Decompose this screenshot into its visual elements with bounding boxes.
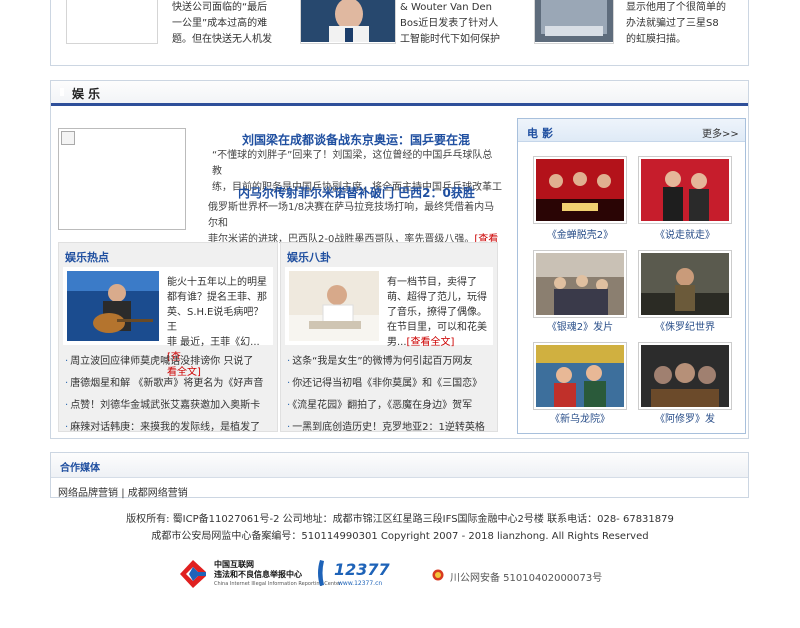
partner-separator: |	[121, 488, 125, 499]
bullet-icon: ·	[65, 378, 69, 389]
gossip-feature-text: 有一档节目，卖得了 萌、超得了范儿，玩得 了音乐，撩得了偶像。 在节目里，可以和…	[387, 277, 487, 348]
gossip-more-link[interactable]: [查看全文]	[407, 337, 455, 348]
badge2-number: 12377	[334, 560, 390, 579]
report-center-logo-icon	[180, 560, 206, 588]
list-item[interactable]: · 麻辣对话韩庚：来摸我的发际线，是植发了	[65, 417, 275, 439]
movie-thumb-2[interactable]	[638, 156, 732, 224]
movie-caption-6[interactable]: 《阿修罗》发	[630, 410, 740, 425]
headline-2-title[interactable]: 内马尔传射菲尔米诺替补破门 巴西2：0获胜	[238, 184, 475, 201]
poster-4	[641, 253, 729, 315]
hot-panel-title[interactable]: 娱乐热点	[65, 249, 109, 265]
top-card-3-text[interactable]: 显示他用了个很简单的 办法就骗过了三星S8 的虹膜扫描。	[626, 0, 736, 48]
person-photo	[301, 0, 395, 42]
badge1-subtitle: 违法和不良信息举报中心	[214, 570, 302, 579]
movie-caption-3[interactable]: 《银魂2》发片	[525, 318, 635, 333]
movie-caption-1[interactable]: 《金蝉脱壳2》	[525, 226, 635, 241]
report-center-badge[interactable]: 中国互联网 违法和不良信息举报中心 China Internet Illegal…	[178, 558, 341, 590]
movie-thumb-3[interactable]	[533, 250, 627, 318]
partner-link-1[interactable]: 网络品牌营销	[58, 488, 118, 499]
list-item[interactable]: · 《流星花园》翻拍了，《恶魔在身边》贺军	[287, 395, 497, 417]
movie-caption-2[interactable]: 《说走就走》	[630, 226, 740, 241]
guitar-singer-photo[interactable]	[67, 271, 159, 341]
movie-thumb-1[interactable]	[533, 156, 627, 224]
top-card-2-thumb-frame[interactable]	[300, 0, 396, 44]
poster-2	[641, 159, 729, 221]
movie-thumb-6[interactable]	[638, 342, 732, 410]
bullet-icon: ·	[287, 422, 291, 433]
poster-5	[536, 345, 624, 407]
bullet-icon: ·	[65, 422, 69, 433]
bullet-icon: ·	[287, 400, 291, 411]
list-item[interactable]: · 你还记得当初唱《非你莫属》和《三国恋》	[287, 373, 497, 395]
movie-caption-5[interactable]: 《新乌龙院》	[525, 410, 635, 425]
broken-image-placeholder[interactable]	[58, 128, 186, 230]
poster-1	[536, 159, 624, 221]
gossip-news-list: · 这条“我是女生”的微博为何引起百万网友 · 你还记得当初唱《非你莫属》和《三国恋…	[287, 351, 497, 439]
broken-image-icon	[61, 131, 75, 145]
partners-links: 网络品牌营销 | 成都网络营销	[58, 484, 188, 499]
section-marker-icon	[60, 88, 64, 96]
poster-6	[641, 345, 729, 407]
headline-1-title[interactable]: 刘国梁在成都谈备战东京奥运：国乒要在混	[242, 131, 470, 148]
footer-line-2: 成都市公安局网监中心备案编号：510114990301 Copyright 20…	[151, 531, 649, 542]
police-emblem-icon	[432, 569, 444, 581]
phone-handset-icon	[318, 560, 324, 586]
partner-link-2[interactable]: 成都网络营销	[128, 488, 188, 499]
gossip-panel: 娱乐八卦 有一档节目，卖得了 萌、超得了范儿，玩得 了音乐，撩得了偶像。 在节目…	[280, 242, 498, 433]
bullet-icon: ·	[287, 356, 291, 367]
movie-caption-4[interactable]: 《侏罗纪世界	[630, 318, 740, 333]
partners-title: 合作媒体	[60, 463, 100, 474]
section-title: 娱乐	[72, 87, 105, 101]
bullet-icon: ·	[65, 356, 69, 367]
top-card-3-thumb-frame[interactable]	[534, 0, 614, 44]
partners-header	[51, 453, 748, 478]
bullet-icon: ·	[65, 400, 69, 411]
bullet-icon: ·	[287, 378, 291, 389]
badge2-url: www.12377.cn	[338, 580, 383, 587]
movie-thumb-5[interactable]	[533, 342, 627, 410]
list-item[interactable]: · 唐德烟星和解 《新歌声》将更名为《好声音	[65, 373, 275, 395]
gossip-photo[interactable]	[289, 271, 379, 341]
list-item[interactable]: · 周立波回应律师莫虎喊话没排谤你 只说了	[65, 351, 275, 373]
gossip-panel-title[interactable]: 娱乐八卦	[287, 249, 331, 265]
section-header-bar	[51, 81, 748, 106]
movie-more-link[interactable]: 更多>>	[702, 125, 739, 140]
hotline-badge[interactable]: 12377 www.12377.cn	[316, 558, 390, 590]
phone-photo	[535, 0, 613, 42]
poster-3	[536, 253, 624, 315]
movie-box-title[interactable]: 电影	[527, 125, 557, 141]
list-item[interactable]: · 一黑到底创造历史！克罗地亚2：1逆转英格	[287, 417, 497, 439]
footer-line-1: 版权所有: 蜀ICP备11027061号-2 公司地址：成都市锦江区红星路三段I…	[126, 514, 674, 525]
police-record-link[interactable]: 川公网安备 51010402000073号	[450, 569, 602, 584]
movie-thumb-4[interactable]	[638, 250, 732, 318]
hot-panel: 娱乐热点 能火十五年以上的明星 都有谁？提名王菲、那 英、S.H.E说毛病吧？王…	[58, 242, 278, 433]
top-card-2-text[interactable]: & Wouter Van Den Bos近日发表了针对人 工智能时代下如何保护	[400, 0, 500, 48]
list-item[interactable]: · 点赞！刘德华金城武张艾嘉获邀加入奥斯卡	[65, 395, 275, 417]
top-card-1-text[interactable]: 快送公司面临的“最后 一公里”成本过高的难 题。但在快送无人机发	[172, 0, 272, 48]
list-item[interactable]: · 这条“我是女生”的微博为何引起百万网友	[287, 351, 497, 373]
hot-news-list: · 周立波回应律师莫虎喊话没排谤你 只说了 · 唐德烟星和解 《新歌声》将更名为《好…	[65, 351, 275, 439]
top-card-1-thumb-frame[interactable]	[66, 0, 158, 44]
